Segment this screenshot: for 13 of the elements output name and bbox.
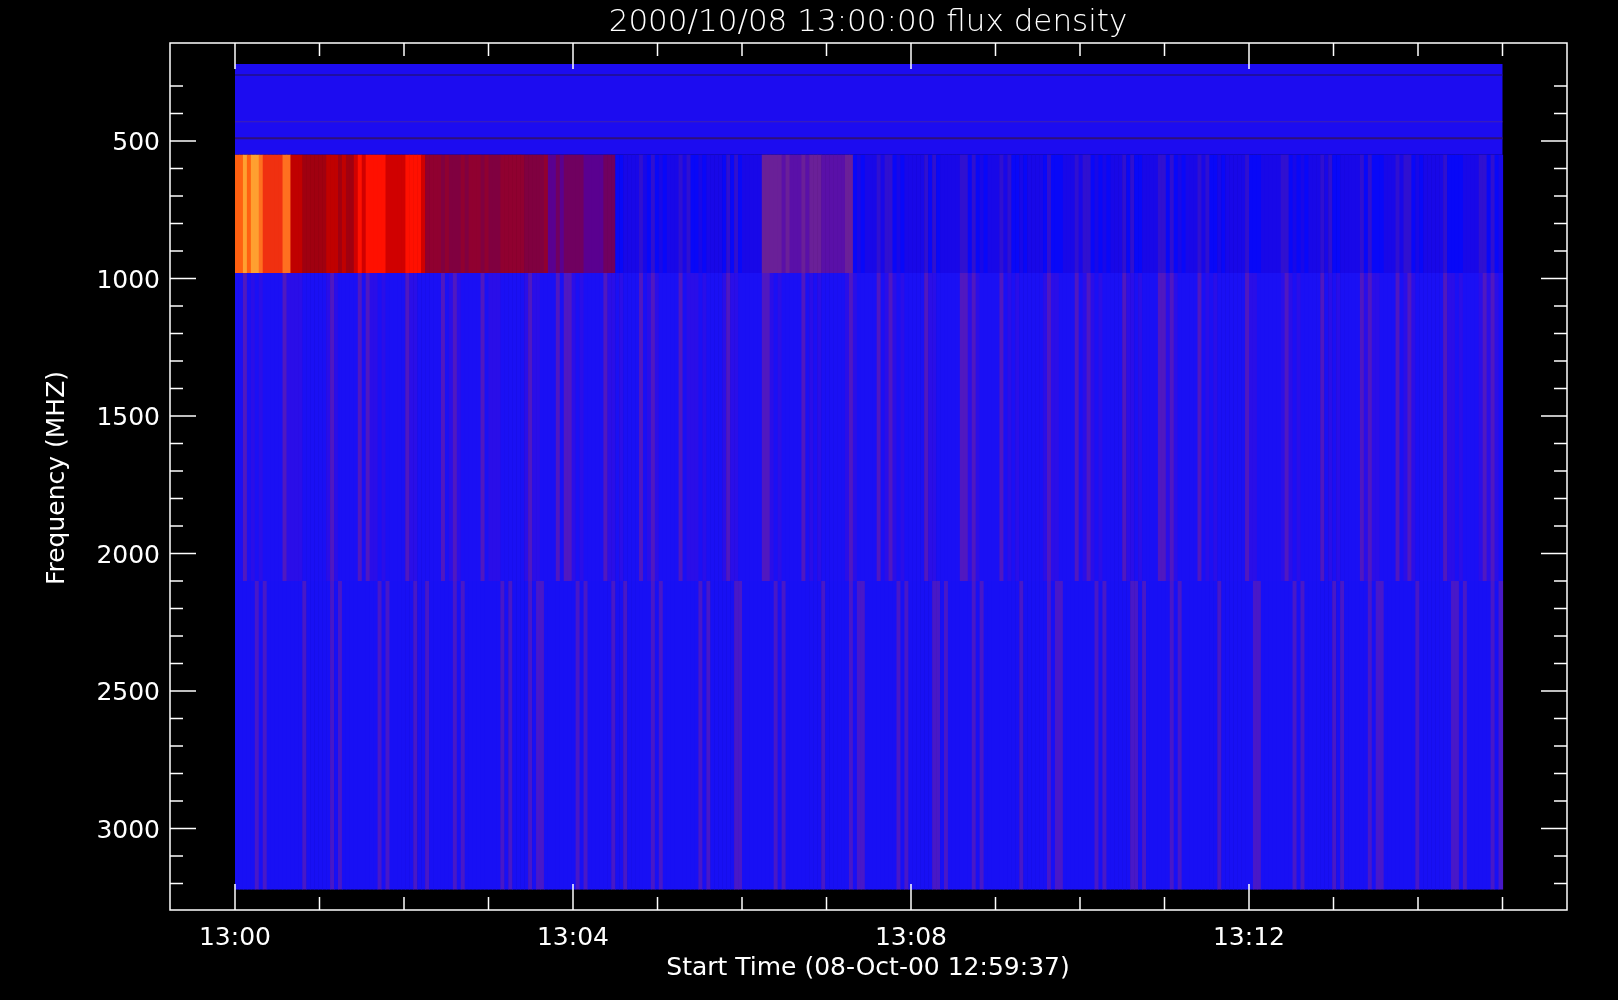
x-tick-label: 13:12 (1213, 922, 1285, 951)
x-tick-label: 13:08 (875, 922, 947, 951)
y-tick-label: 1500 (96, 402, 160, 431)
plot-title: 2000/10/08 13:00:00 flux density (608, 2, 1128, 38)
x-axis-label: Start Time (08-Oct-00 12:59:37) (666, 952, 1070, 981)
y-tick-label: 3000 (96, 814, 160, 844)
x-tick-label: 13:00 (199, 922, 271, 951)
y-tick-label: 2500 (96, 677, 160, 706)
y-tick-label: 500 (112, 127, 160, 156)
y-tick-label: 1000 (96, 264, 160, 294)
y-axis-label: Frequency (MHZ) (41, 370, 70, 586)
y-tick-label: 2000 (96, 539, 160, 569)
x-tick-label: 13:04 (537, 922, 609, 951)
